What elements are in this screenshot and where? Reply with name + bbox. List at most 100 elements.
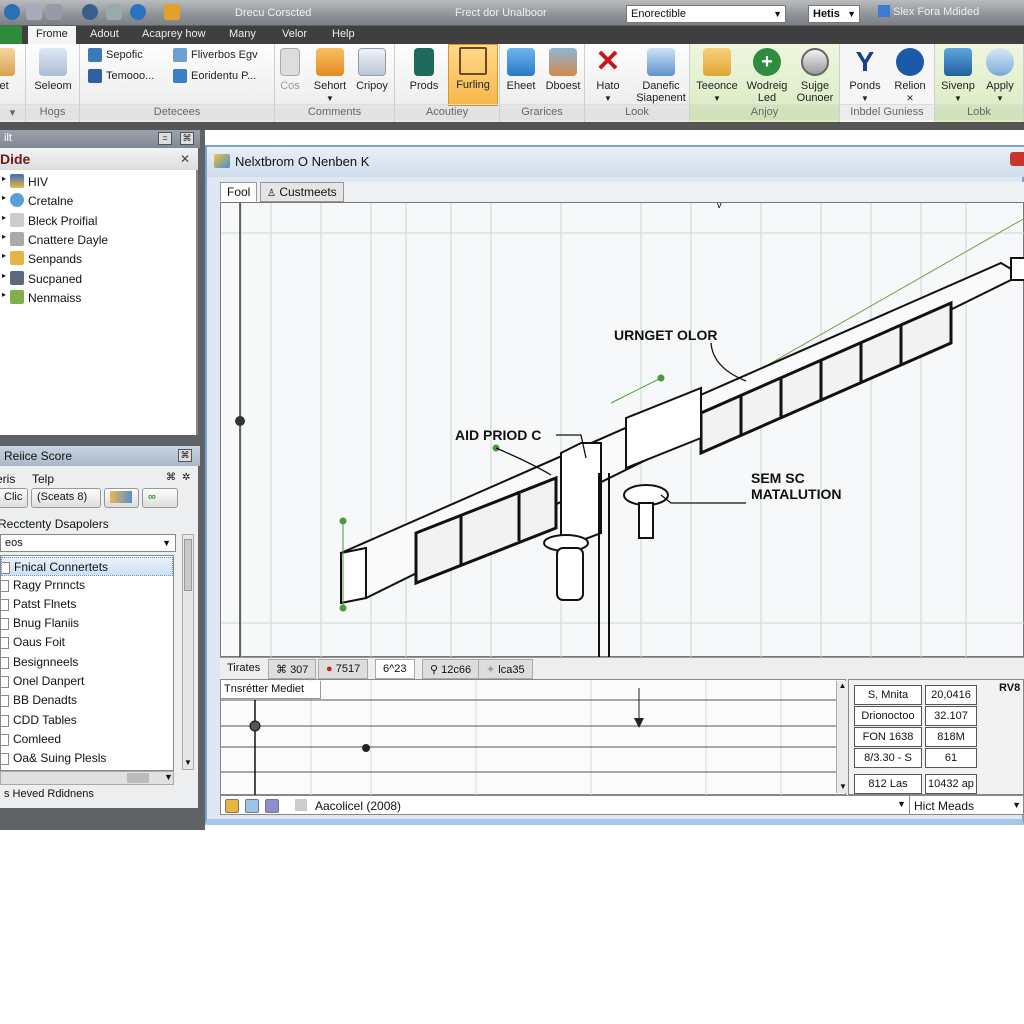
- chevron-down-icon[interactable]: ▼: [897, 799, 906, 809]
- clic-button[interactable]: Clic: [0, 488, 28, 508]
- prods-button[interactable]: Prods: [399, 46, 449, 104]
- checkbox[interactable]: [1, 734, 9, 746]
- list-item[interactable]: ▸ Nenmaiss: [0, 290, 81, 309]
- tab-12c66[interactable]: ⚲ 12c66: [422, 659, 480, 679]
- list-item[interactable]: Comleed: [1, 730, 173, 749]
- ponds-button[interactable]: Y Ponds ▼: [842, 46, 888, 104]
- menu-tab-frome[interactable]: Frome: [28, 26, 76, 44]
- scroll-down-icon[interactable]: ▼: [184, 758, 192, 767]
- scrollbar-thumb[interactable]: [184, 539, 192, 591]
- tab-307[interactable]: ⌘ 307: [268, 659, 317, 679]
- fliverbos-button[interactable]: Fliverbos Egv: [173, 48, 258, 62]
- app-logo-icon[interactable]: [4, 4, 20, 20]
- settings-icon[interactable]: [82, 4, 98, 20]
- checkbox[interactable]: [1, 657, 9, 669]
- list-item[interactable]: ▸ Senpands: [0, 251, 82, 270]
- scrollbar-thumb[interactable]: [127, 773, 149, 783]
- help-icon[interactable]: [130, 4, 146, 20]
- tab-tirates[interactable]: Tirates: [220, 659, 268, 679]
- close-icon[interactable]: ✕: [180, 152, 190, 166]
- settings-icon[interactable]: ⌘: [166, 472, 176, 483]
- save-icon[interactable]: [26, 4, 42, 20]
- checkbox[interactable]: [1, 753, 9, 765]
- checkbox[interactable]: [1, 618, 9, 630]
- print-icon[interactable]: [106, 4, 122, 20]
- status-key-icon[interactable]: [225, 799, 239, 813]
- file-tab[interactable]: [0, 26, 22, 44]
- checkbox[interactable]: [1, 715, 9, 727]
- apply-button[interactable]: Apply ▼: [977, 46, 1023, 104]
- list-item[interactable]: Onel Danpert: [1, 672, 173, 691]
- prop-value[interactable]: 20,0416: [925, 685, 977, 705]
- teeonce-button[interactable]: Teeonce ▼: [692, 46, 742, 104]
- list-item[interactable]: BB Denadts: [1, 691, 173, 710]
- prop-value[interactable]: 818M: [925, 727, 977, 747]
- seleom-button[interactable]: Seleom: [28, 46, 78, 104]
- menu-eris[interactable]: eris: [0, 472, 15, 486]
- checkbox[interactable]: [1, 599, 9, 611]
- window-size-label[interactable]: Slex Fora Mdided: [878, 5, 979, 18]
- filter-dropdown[interactable]: eos ▼: [0, 534, 176, 552]
- list-item[interactable]: Ragy Prnncts: [1, 576, 173, 595]
- tab-lca35[interactable]: ✦ lca35: [478, 659, 533, 679]
- list-item[interactable]: ▸ Cnattere Dayle: [0, 232, 108, 251]
- scroll-up-icon[interactable]: ▲: [837, 681, 848, 690]
- pin-icon[interactable]: ⌘: [178, 449, 192, 462]
- zoom-combo[interactable]: Hetis ▼: [808, 5, 860, 23]
- prop-value[interactable]: 32.107: [925, 706, 977, 726]
- list-item[interactable]: Fnical Connertets: [1, 557, 173, 576]
- sivenp-button[interactable]: Sivenp ▼: [935, 46, 981, 104]
- menu-tab-help[interactable]: Help: [332, 28, 355, 40]
- list-scrollbar[interactable]: ▼: [182, 534, 194, 770]
- sepofic-button[interactable]: Sepofic: [88, 48, 143, 62]
- list-item[interactable]: ▸ Bleck Proifial: [0, 213, 97, 232]
- furling-button[interactable]: Furling: [448, 44, 498, 106]
- link-button[interactable]: ∞: [142, 488, 178, 508]
- tab-7517[interactable]: ● 7517: [318, 659, 369, 679]
- list-item[interactable]: ▸ Sucpaned: [0, 271, 82, 290]
- prop-value[interactable]: 61: [925, 748, 977, 768]
- relion-button[interactable]: Relion ✕: [886, 46, 934, 104]
- user-edit-button[interactable]: [104, 488, 139, 508]
- cos-button[interactable]: Cos: [275, 46, 305, 104]
- tab-fool[interactable]: Fool: [220, 182, 258, 202]
- list-item[interactable]: Oaus Foit: [1, 633, 173, 652]
- minimize-icon[interactable]: =: [158, 132, 172, 145]
- cripoy-button[interactable]: Cripoy: [347, 46, 397, 104]
- checkbox[interactable]: [1, 580, 9, 592]
- gear-icon[interactable]: ✲: [182, 472, 190, 483]
- pin-icon[interactable]: ⌘: [180, 132, 194, 145]
- status-dropdown[interactable]: Hict Meads ▼: [909, 796, 1024, 814]
- status-check-icon[interactable]: [245, 799, 259, 813]
- status-layers-icon[interactable]: [265, 799, 279, 813]
- net-button[interactable]: net: [0, 46, 26, 104]
- checkbox[interactable]: [2, 562, 10, 574]
- hato-button[interactable]: ✕ Hato ▼: [585, 46, 631, 104]
- eoridentu-button[interactable]: Eoridentu P...: [173, 69, 256, 83]
- checkbox[interactable]: [1, 637, 9, 649]
- sujge-button[interactable]: Sujge Ounoer: [792, 46, 838, 104]
- search-combo[interactable]: Enorectible ▼: [626, 5, 786, 23]
- dboest-button[interactable]: Dboest: [540, 46, 586, 104]
- tab-custmeets[interactable]: ♙ Custmeets: [260, 182, 344, 202]
- temooo-button[interactable]: Temooo...: [88, 69, 154, 83]
- drawing-canvas[interactable]: v URNGET OLOR AID PRIOD C SEM SC MATALUT…: [220, 202, 1024, 658]
- checkbox[interactable]: [1, 695, 9, 707]
- timeline-scrollbar[interactable]: ▲ ▼: [836, 681, 848, 793]
- menu-tab-many[interactable]: Many: [229, 28, 256, 40]
- folder-icon[interactable]: [164, 4, 180, 20]
- menu-tab-velor[interactable]: Velor: [282, 28, 307, 40]
- scroll-down-icon[interactable]: ▼: [839, 782, 847, 791]
- danefic-button[interactable]: Danefic Siapenent: [631, 46, 691, 104]
- list-item[interactable]: ▸ Cretalne: [0, 193, 73, 212]
- list-item[interactable]: ▸ HIV: [0, 174, 48, 193]
- tab-6-23[interactable]: 6^23: [375, 659, 415, 679]
- scroll-down-icon[interactable]: ▼: [164, 772, 173, 782]
- undo-icon[interactable]: [46, 4, 62, 20]
- list-item[interactable]: Bnug Flaniis: [1, 614, 173, 633]
- checkbox[interactable]: [1, 676, 9, 688]
- menu-telp[interactable]: Telp: [32, 472, 54, 486]
- list-item[interactable]: Besignneels: [1, 653, 173, 672]
- menu-tab-acaprey[interactable]: Acaprey how: [142, 28, 206, 40]
- eheet-button[interactable]: Eheet: [500, 46, 542, 104]
